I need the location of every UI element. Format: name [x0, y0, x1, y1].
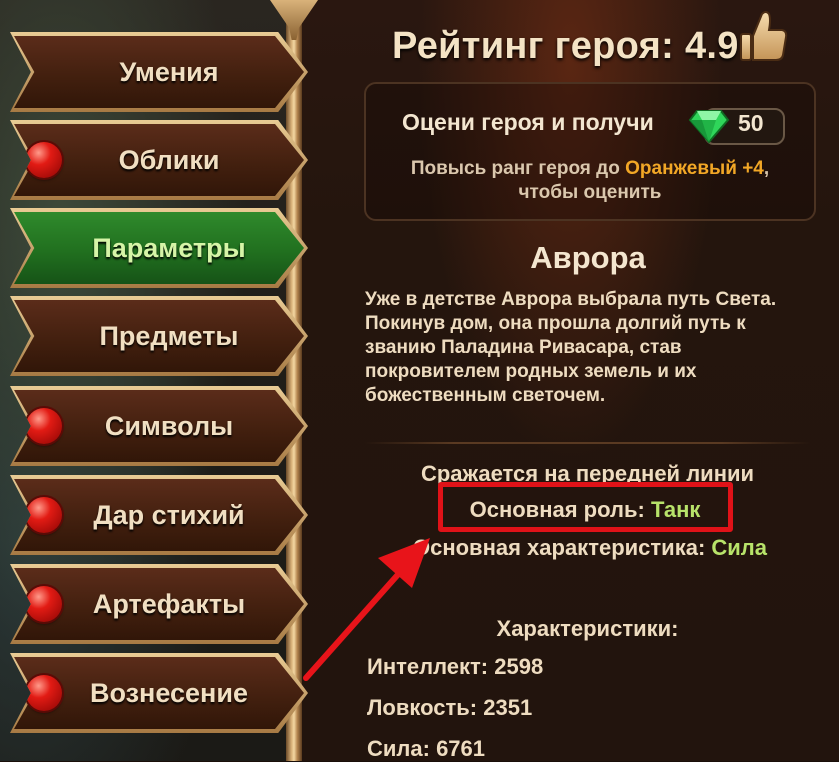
- tab-label: Артефакты: [92, 588, 246, 619]
- stat-label: Интеллект:: [367, 654, 495, 679]
- stat-value: 2351: [483, 695, 533, 720]
- requirement-comma: ,: [763, 158, 770, 179]
- notification-badge-icon: [26, 497, 62, 533]
- stat-value: 6761: [436, 736, 486, 761]
- tab-skins[interactable]: Облики: [10, 120, 308, 200]
- notification-badge-icon: [26, 675, 62, 711]
- requirement-text-line2: чтобы оценить: [518, 182, 662, 203]
- rate-hero-prompt: Оцени героя и получи: [402, 109, 654, 135]
- hero-name: Аврора: [530, 240, 646, 275]
- emerald-gem-icon: [688, 110, 730, 144]
- tab-label: Облики: [118, 144, 220, 175]
- stats-header: Характеристики:: [496, 616, 679, 641]
- stat-agility: Ловкость: 2351: [367, 695, 532, 721]
- stat-intelligence: Интеллект: 2598: [367, 654, 543, 680]
- stat-label: Сила:: [367, 736, 437, 761]
- main-stat-value: Сила: [711, 535, 768, 560]
- notification-badge-icon: [26, 408, 62, 444]
- tab-elemental-gift[interactable]: Дар стихий: [10, 475, 308, 555]
- divider: [365, 442, 810, 444]
- requirement-text: Повысь ранг героя до: [410, 158, 626, 179]
- main-stat-label: Основная характеристика:: [412, 535, 712, 560]
- scene-background: [0, 0, 300, 761]
- hero-rating-title: Рейтинг героя: 4.9: [392, 24, 739, 67]
- tab-label: Предметы: [99, 320, 239, 351]
- role-highlight-box: [438, 482, 733, 532]
- hero-description: Уже в детстве Аврора выбрала путь Света.…: [365, 289, 777, 406]
- gem-amount: 50: [738, 110, 764, 136]
- tab-parameters[interactable]: Параметры: [10, 208, 308, 288]
- tab-label: Параметры: [92, 232, 246, 263]
- tab-label: Вознесение: [90, 677, 248, 708]
- notification-badge-icon: [26, 586, 62, 622]
- tab-label: Дар стихий: [93, 499, 245, 530]
- required-rank: Оранжевый +4: [625, 158, 764, 179]
- tab-artifacts[interactable]: Артефакты: [10, 564, 308, 644]
- tab-glyphs[interactable]: Символы: [10, 386, 308, 466]
- thumbs-up-icon[interactable]: [738, 8, 788, 62]
- tab-items[interactable]: Предметы: [10, 296, 308, 376]
- stat-label: Ловкость:: [367, 695, 484, 720]
- tab-label: Символы: [104, 410, 234, 441]
- tab-skills[interactable]: Умения: [10, 32, 308, 112]
- panel-divider-rail: [286, 0, 302, 761]
- rank-requirement: Повысь ранг героя до Оранжевый +4, чтобы…: [365, 157, 815, 205]
- tab-label: Умения: [119, 56, 219, 87]
- tab-ascension[interactable]: Вознесение: [10, 653, 308, 733]
- hero-main-stat: Основная характеристика: Сила: [380, 535, 800, 561]
- notification-badge-icon: [26, 142, 62, 178]
- stat-value: 2598: [494, 654, 544, 679]
- stat-strength: Сила: 6761: [367, 736, 485, 762]
